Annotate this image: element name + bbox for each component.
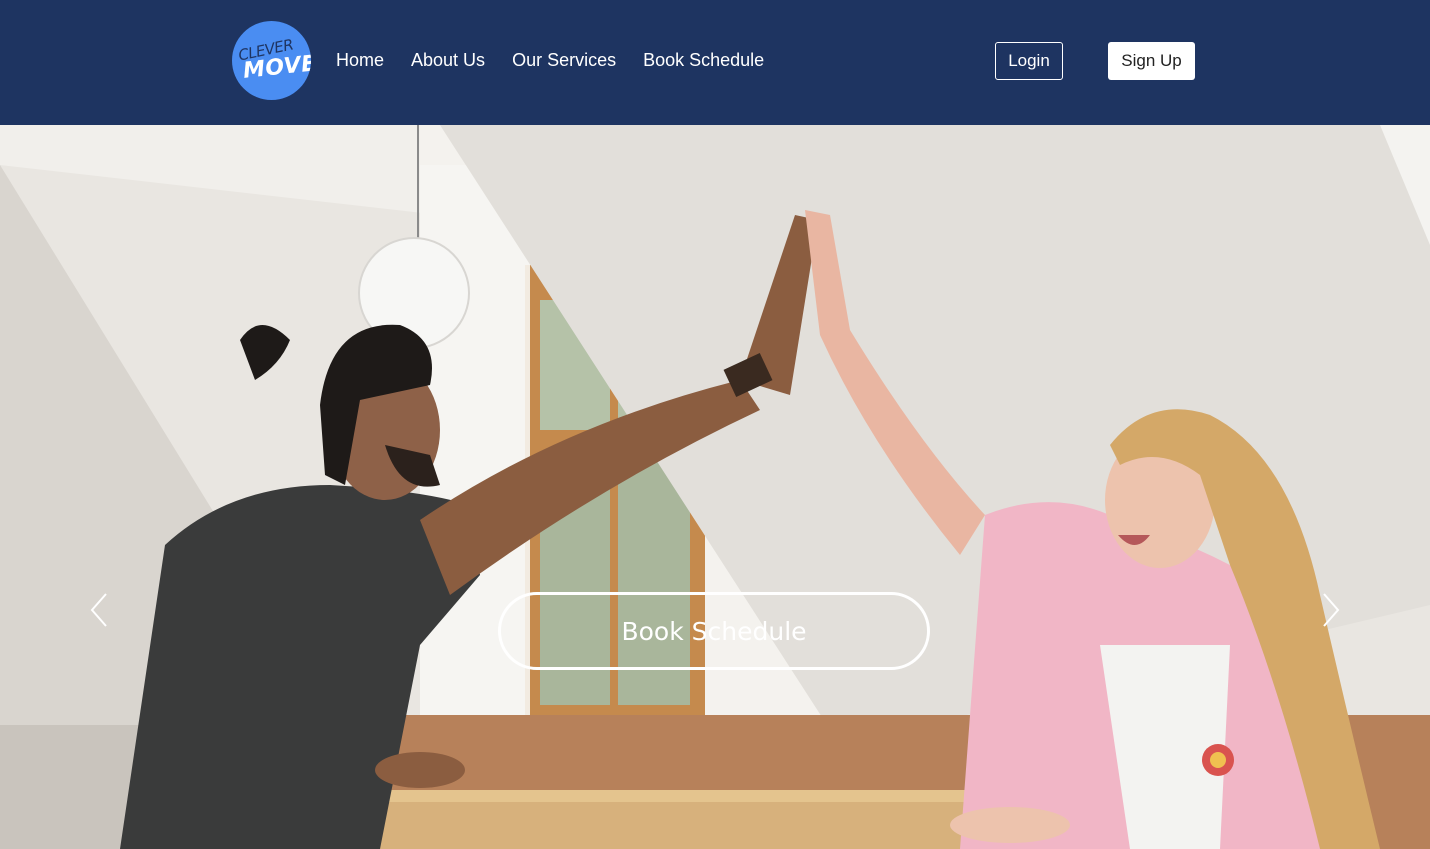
nav-link-book-schedule[interactable]: Book Schedule [643, 48, 764, 72]
hero-carousel: Book Schedule [0, 125, 1430, 849]
signup-button[interactable]: Sign Up [1108, 42, 1195, 80]
chevron-right-icon[interactable] [1314, 590, 1344, 630]
book-schedule-cta-button[interactable]: Book Schedule [498, 592, 930, 670]
nav-link-home[interactable]: Home [336, 48, 384, 72]
clever-move-logo[interactable]: CLEVER MOVE [232, 21, 311, 100]
chevron-left-icon[interactable] [86, 590, 116, 630]
nav-link-about-us[interactable]: About Us [411, 48, 485, 72]
top-navbar: CLEVER MOVE Home About Us Our Services B… [0, 0, 1430, 125]
hero-photo [0, 125, 1430, 849]
nav-link-our-services[interactable]: Our Services [512, 48, 616, 72]
login-button[interactable]: Login [995, 42, 1063, 80]
main-nav: Home About Us Our Services Book Schedule [336, 48, 764, 72]
